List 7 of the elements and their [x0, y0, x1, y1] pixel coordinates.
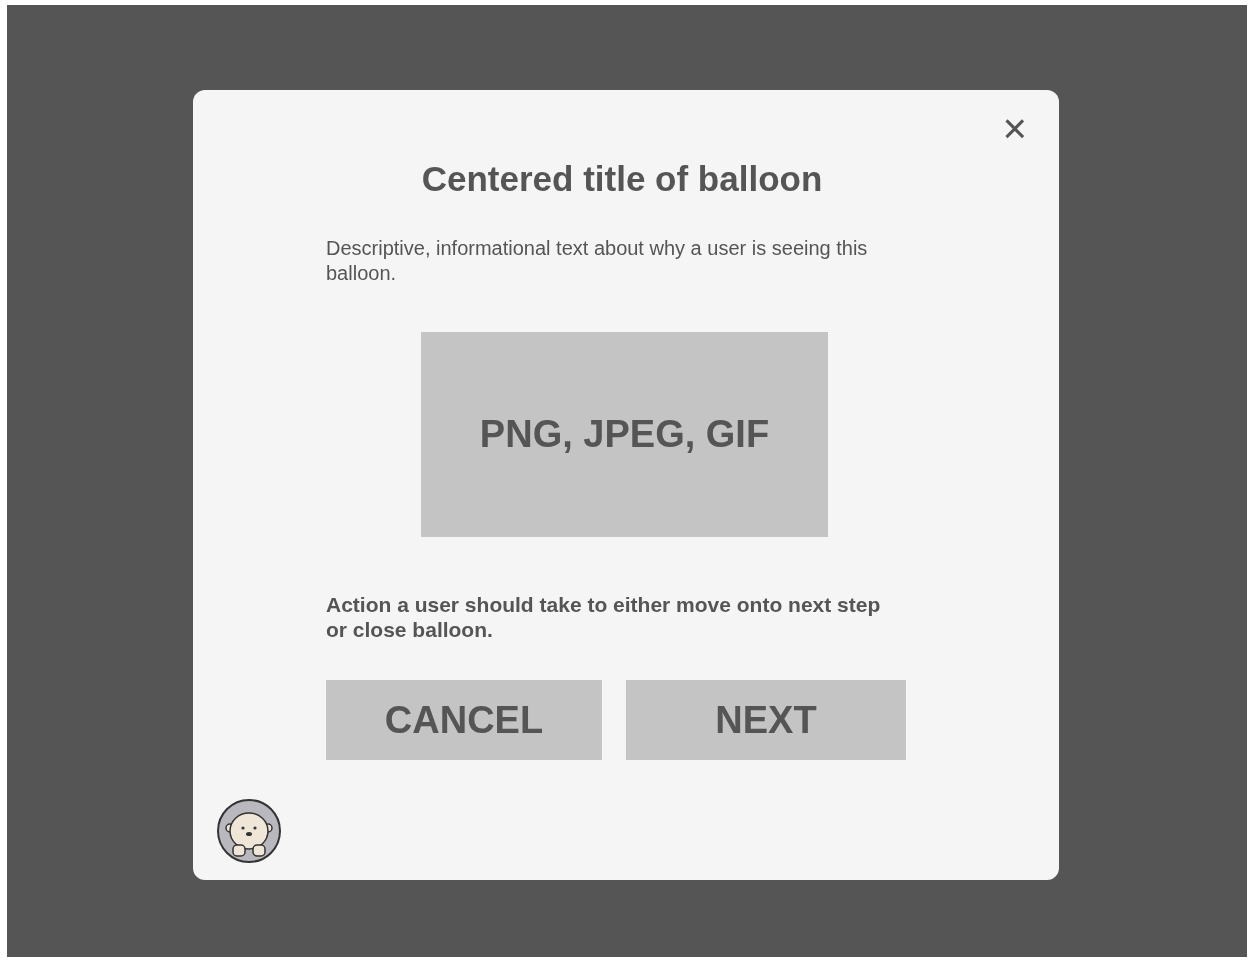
close-button[interactable]: ×: [998, 108, 1031, 150]
cancel-button[interactable]: CANCEL: [326, 680, 602, 761]
description-text: Descriptive, informational text about why a user is seeing this balloon.: [326, 236, 869, 286]
action-text: Action a user should take to either move onto next step or close balloon.: [326, 592, 882, 643]
dialog-title: Centered title of balloon: [420, 158, 824, 200]
file-types-label: PNG, JPEG, GIF: [479, 412, 770, 457]
next-button[interactable]: NEXT: [626, 680, 906, 761]
